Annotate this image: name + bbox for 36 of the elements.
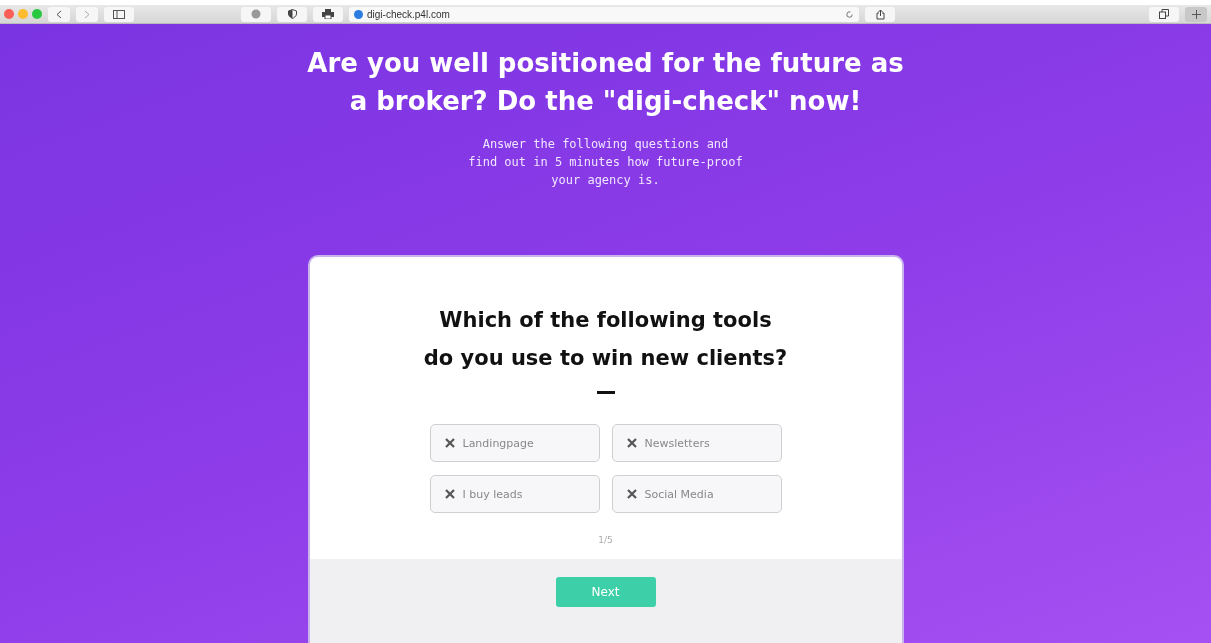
shield-icon [287,9,297,19]
printer-icon [322,9,334,19]
progress-text: 1/5 [598,535,613,545]
new-tab-button[interactable] [1185,6,1207,22]
dash-icon [596,391,615,394]
globe-icon [354,9,363,19]
answer-option[interactable]: I buy leads [429,475,600,513]
chevron-left-icon [56,9,62,19]
reload-icon[interactable] [845,9,854,19]
answer-option[interactable]: Newsletters [611,424,782,462]
share-button[interactable] [865,6,895,22]
page-heading: Are you well positioned for the future as a broker? Do the "digi-check" now! [307,47,904,118]
shield-button[interactable] [277,6,307,22]
page-subtitle: Answer the following questions and find out in 5 minutes how future-proof your agency is. [468,136,743,189]
cross-icon [444,438,455,448]
tabs-icon [1159,9,1169,19]
sidebar-icon [113,9,125,19]
printer-button[interactable] [313,6,343,22]
share-icon [875,8,885,20]
globe-button[interactable] [241,6,271,22]
cross-icon [626,438,637,448]
sidebar-button[interactable] [104,6,134,22]
answer-option[interactable]: Social Media [611,475,782,513]
chevron-right-icon [84,9,90,19]
maximize-icon[interactable] [32,9,42,19]
question-text: Which of the following tools do you use to win new clients? [423,307,788,372]
cross-icon [444,489,455,499]
close-icon[interactable] [4,9,14,19]
globe-icon [251,9,261,19]
address-bar[interactable]: digi-check.p4l.com [349,6,859,22]
next-button[interactable]: Next [555,577,656,607]
tabs-button[interactable] [1149,6,1179,22]
back-button[interactable] [48,6,70,22]
answer-option[interactable]: Landingpage [429,424,600,462]
plus-icon [1191,9,1201,19]
cross-icon [626,489,637,499]
